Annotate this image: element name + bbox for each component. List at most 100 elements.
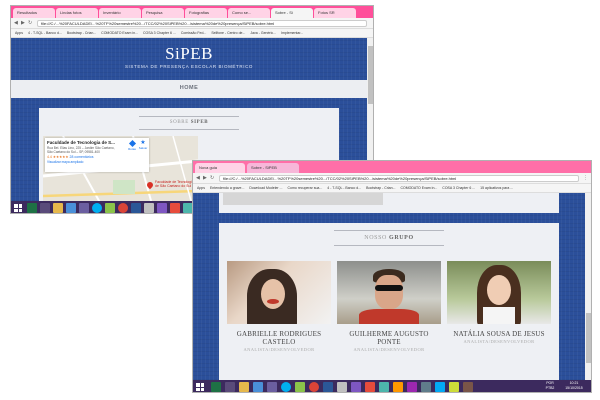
app-icon[interactable] (365, 382, 375, 392)
app-icon[interactable] (407, 382, 417, 392)
photoshop-icon[interactable] (323, 382, 333, 392)
app-icon[interactable] (337, 382, 347, 392)
forward-arrow-icon[interactable]: ▶ (21, 20, 25, 26)
bookmark-item[interactable]: Comissão Fed... (181, 31, 206, 35)
bookmark-item[interactable]: Java - Genéric... (250, 31, 276, 35)
map-directions-button[interactable]: Rotas (127, 139, 137, 151)
back-tab-4[interactable]: Fotografias (185, 8, 227, 18)
site-tagline: SISTEMA DE PRESENÇA ESCOLAR BIOMÉTRICO (124, 64, 254, 69)
folder-icon[interactable] (53, 203, 63, 213)
app-icon[interactable] (449, 382, 459, 392)
app-icon[interactable] (393, 382, 403, 392)
bookmark-item[interactable]: Como recuperar sua... (287, 186, 322, 190)
map-save-button[interactable]: ★ Salvar (138, 140, 148, 150)
skype-icon[interactable] (92, 203, 102, 213)
bookmark-item[interactable]: COSA 3 Chapter 6 ... (143, 31, 176, 35)
bookmark-item[interactable]: COSA 3 Chapter 6 ... (442, 186, 475, 190)
bookmark-item[interactable]: Bootstrap - Crian... (366, 186, 395, 190)
chrome-icon[interactable] (118, 203, 128, 213)
group-panel: NOSSO GRUPO GABRIELLE RODRIGUES CASTELO … (219, 223, 559, 380)
back-arrow-icon[interactable]: ◀ (14, 20, 18, 26)
map-reviews-link[interactable]: 28 comentários (70, 155, 94, 159)
back-tab-3[interactable]: Pesquisa (142, 8, 184, 18)
site-logo[interactable]: SiPEB (11, 44, 367, 64)
front-tab-active[interactable]: Sobre - SiPEB (247, 163, 299, 173)
keyboard-language[interactable]: POR PTB2 (543, 381, 557, 391)
excel-icon[interactable] (27, 203, 37, 213)
scissors-icon[interactable] (225, 382, 235, 392)
back-url-field[interactable]: file:///C:/...%20FACULDADE/...%20TF%20se… (37, 20, 367, 27)
back-tab-2[interactable]: Inventário (99, 8, 141, 18)
back-tab-active[interactable]: Sobre - Si (271, 8, 313, 18)
app-icon[interactable] (105, 203, 115, 213)
back-tab-0[interactable]: Resultados (13, 8, 55, 18)
member-card: GUILHERME AUGUSTO PONTE ANALISTA/DESENVO… (337, 261, 441, 352)
photoshop-icon[interactable] (131, 203, 141, 213)
excel-icon[interactable] (211, 382, 221, 392)
member-photo[interactable] (227, 261, 331, 324)
app-icon[interactable] (79, 203, 89, 213)
previous-panel-bottom (219, 193, 559, 213)
bookmark-item[interactable]: Apps (197, 186, 205, 190)
menu-icon[interactable]: ⋮ (583, 175, 588, 181)
bookmark-item[interactable]: Download Modeler ... (249, 186, 282, 190)
bookmark-item[interactable]: COMODATO Exam in... (101, 31, 138, 35)
back-scrollbar-thumb[interactable] (368, 46, 373, 104)
app-icon[interactable] (463, 382, 473, 392)
map-larger-link[interactable]: Visualizar mapa ampliado (47, 160, 147, 164)
bookmark-item[interactable]: COMODATO Exam in... (400, 186, 437, 190)
nav-bar: HOME (11, 80, 367, 98)
bookmark-item[interactable]: Implementar... (281, 31, 303, 35)
bookmark-item[interactable]: Bootstrap - Crian... (67, 31, 96, 35)
app-icon[interactable] (421, 382, 431, 392)
group-title-emph: GRUPO (389, 235, 414, 241)
front-scrollbar[interactable] (585, 193, 591, 380)
bookmark-item[interactable]: 15 aplicativos para ... (480, 186, 513, 190)
map-place-card[interactable]: Faculdade de Tecnologia de S... Rua Bel.… (45, 138, 149, 172)
bookmark-item[interactable]: 4 - T-SQL - Banco d... (28, 31, 62, 35)
chrome-icon[interactable] (309, 382, 319, 392)
windows-start-icon[interactable] (14, 204, 22, 212)
back-tab-1[interactable]: Lindas fotos (56, 8, 98, 18)
bookmark-item[interactable]: Entendendo a grave... (210, 186, 244, 190)
skype-icon[interactable] (281, 382, 291, 392)
bookmark-item[interactable]: Sellfone - Centro de... (211, 31, 245, 35)
clock[interactable]: 10:21 15/10/2015 (559, 381, 589, 391)
embedded-map[interactable]: Faculdade de Tecnologia de S... Rua Bel.… (43, 136, 198, 201)
map-directions-label: Rotas (128, 147, 136, 151)
app-icon[interactable] (351, 382, 361, 392)
front-scrollbar-thumb[interactable] (586, 313, 591, 363)
member-photo[interactable] (337, 261, 441, 324)
front-page: NOSSO GRUPO GABRIELLE RODRIGUES CASTELO … (193, 193, 585, 380)
windows-start-icon[interactable] (196, 383, 204, 391)
bookmark-item[interactable]: 4 - T-SQL - Banco d... (327, 186, 361, 190)
folder-icon[interactable] (239, 382, 249, 392)
forward-arrow-icon[interactable]: ▶ (203, 175, 207, 181)
member-card: GABRIELLE RODRIGUES CASTELO ANALISTA/DES… (227, 261, 331, 352)
app-icon[interactable] (170, 203, 180, 213)
about-title-emph: SIPEB (190, 120, 209, 125)
front-browser-window: Nova guia Sobre - SiPEB ◀ ▶ ↻ file:///C:… (192, 160, 592, 393)
front-tab-new[interactable]: Nova guia (195, 163, 245, 173)
media-icon[interactable] (253, 382, 263, 392)
app-icon[interactable] (295, 382, 305, 392)
back-tab-7[interactable]: Fotos SR (314, 8, 356, 18)
reload-icon[interactable]: ↻ (210, 175, 214, 181)
back-tab-5[interactable]: Como se... (228, 8, 270, 18)
member-photo[interactable] (447, 261, 551, 324)
app-icon[interactable] (379, 382, 389, 392)
scissors-icon[interactable] (40, 203, 50, 213)
bookmark-item[interactable]: Apps (15, 31, 23, 35)
nav-home-link[interactable]: HOME (11, 85, 367, 91)
map-stars: ★★★★★ (52, 155, 69, 159)
back-arrow-icon[interactable]: ◀ (196, 175, 200, 181)
layout-code: PTB2 (545, 386, 555, 390)
app-icon[interactable] (435, 382, 445, 392)
app-icon[interactable] (144, 203, 154, 213)
front-url-field[interactable]: file:///C:/...%20FACULDADE/...%20TF%20se… (219, 175, 579, 182)
reload-icon[interactable]: ↻ (28, 20, 32, 26)
media-icon[interactable] (66, 203, 76, 213)
app-icon[interactable] (157, 203, 167, 213)
app-icon[interactable] (267, 382, 277, 392)
member-name: NATÁLIA SOUSA DE JESUS (453, 330, 545, 338)
